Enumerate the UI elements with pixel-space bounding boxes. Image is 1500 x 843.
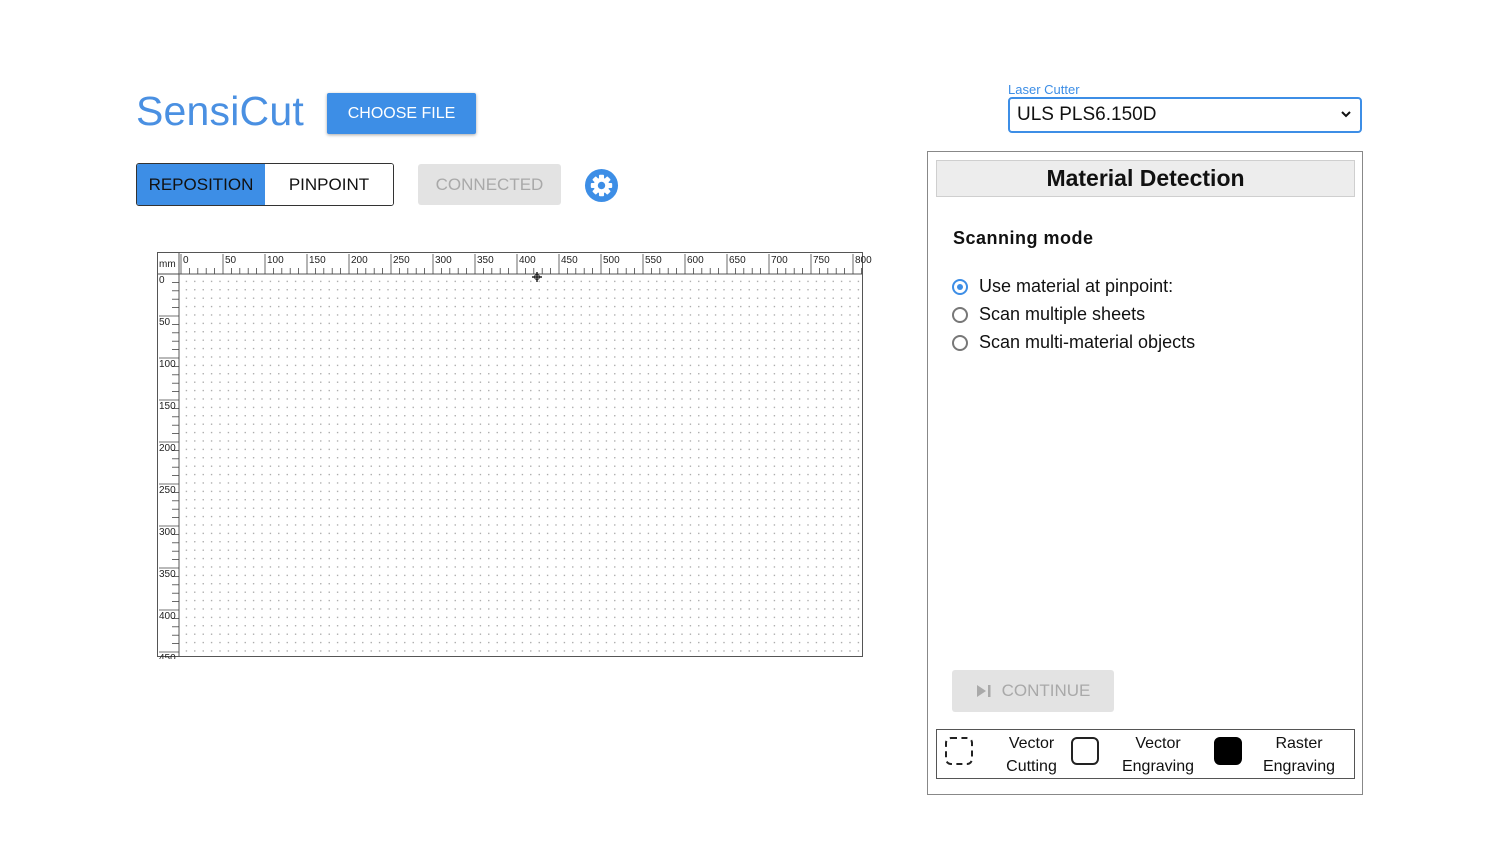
y-tick-label: 0 [159,275,165,286]
radio-option-pinpoint[interactable]: Use material at pinpoint: [952,276,1173,297]
x-tick-label: 50 [225,255,237,266]
x-tick-label: 450 [561,255,578,266]
radio-label: Scan multiple sheets [979,304,1146,324]
radio-label: Use material at pinpoint: [979,276,1174,296]
skip-next-icon [976,685,991,697]
y-tick-label: 400 [159,611,176,622]
y-tick-label: 300 [159,527,176,538]
x-tick-label: 700 [771,255,788,266]
x-tick-label: 750 [813,255,830,266]
material-detection-panel: Material Detection Scanning mode Use mat… [927,151,1363,795]
y-tick-label: 150 [159,401,176,412]
y-tick-label: 100 [159,359,176,370]
scanning-mode-title: Scanning mode [953,228,1094,248]
x-tick-label: 300 [435,255,452,266]
y-tick-label: 200 [159,443,176,454]
reposition-button[interactable]: REPOSITION [137,164,265,205]
panel-title: Material Detection [936,160,1355,197]
operation-legend: Vector Cutting Vector Engraving Raster Engr… [936,729,1355,779]
x-tick-label: 200 [351,255,368,266]
bed-svg[interactable]: 0 50 100 150 200 250 300 350 400 450 500 550 600 650 7… [157,252,873,659]
x-tick-label: 150 [309,255,326,266]
legend-label: Vector Cutting [1006,735,1057,775]
connected-button: CONNECTED [418,164,561,205]
laser-cutter-select[interactable]: ULS PLS6.150D [1008,97,1362,133]
legend-label: Vector Engraving [1121,735,1195,775]
x-tick-label: 600 [687,255,704,266]
radio-label: Scan multi-material objects [979,332,1196,352]
gear-icon[interactable] [584,168,619,203]
radio-option-multiple-sheets[interactable]: Scan multiple sheets [952,304,1145,325]
vector-engraving-swatch [1071,737,1099,765]
radio-button[interactable] [952,334,968,351]
x-tick-label: 650 [729,255,746,266]
x-tick-label: 100 [267,255,284,266]
laser-cutter-value: ULS PLS6.150D [1017,104,1157,125]
x-tick-label: 550 [645,255,662,266]
radio-button[interactable] [952,306,968,323]
legend-label: Raster Engraving [1262,735,1336,775]
chevron-down-icon [1341,111,1351,118]
unit-label: mm [159,259,176,270]
choose-file-button[interactable]: CHOOSE FILE [327,93,476,134]
app-title: SensiCut [136,88,304,134]
radio-option-multi-material[interactable]: Scan multi-material objects [952,332,1195,353]
x-tick-label: 800 [855,255,872,266]
dot-grid [181,274,862,657]
mode-toggle-group: REPOSITION PINPOINT [136,163,394,206]
y-tick-label: 450 [159,653,176,659]
laser-cutter-label: Laser Cutter [1008,82,1080,97]
x-tick-label: 350 [477,255,494,266]
vector-cutting-swatch [945,737,973,765]
continue-label: CONTINUE [1001,681,1091,700]
cutting-bed-canvas[interactable]: 0 50 100 150 200 250 300 350 400 450 500 550 600 650 7… [157,252,873,659]
y-tick-label: 250 [159,485,176,496]
raster-engraving-swatch [1214,737,1242,765]
x-tick-label: 250 [393,255,410,266]
y-tick-label: 350 [159,569,176,580]
x-tick-label: 400 [519,255,536,266]
x-tick-label: 0 [183,255,189,266]
pinpoint-button[interactable]: PINPOINT [265,164,393,205]
continue-button: CONTINUE [952,670,1114,712]
y-tick-label: 50 [159,317,171,328]
radio-button[interactable] [952,278,968,295]
x-tick-label: 500 [603,255,620,266]
